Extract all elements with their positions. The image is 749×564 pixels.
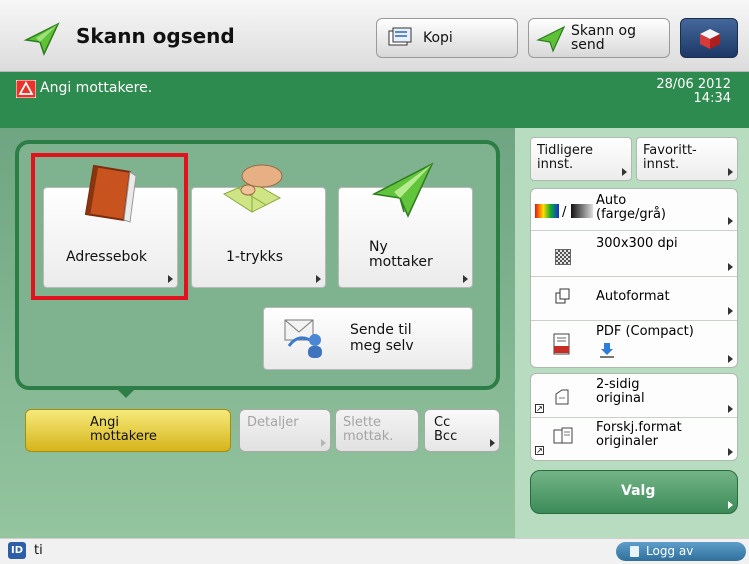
details-button[interactable]: Detaljer	[239, 409, 331, 452]
new-recipient-label-line1: Ny	[369, 239, 388, 255]
shortcut-corner-icon: ↗	[535, 446, 544, 455]
time-text: 14:34	[693, 91, 731, 106]
color-mode-button[interactable]: / Auto (farge/grå)	[531, 189, 737, 229]
warning-icon	[15, 79, 37, 99]
submenu-arrow-icon	[728, 405, 733, 413]
previous-settings-label-line1: Tidligere	[537, 143, 593, 158]
scan-send-label-line1: Skann og	[571, 23, 636, 39]
duplex-label-line1: 2-sidig	[596, 377, 640, 392]
copy-function-button[interactable]: Kopi	[376, 18, 518, 58]
resolution-icon	[555, 249, 571, 265]
logout-icon	[630, 546, 639, 557]
submenu-arrow-icon	[728, 263, 733, 271]
scan-size-button[interactable]: Autoformat	[531, 277, 737, 319]
submenu-arrow-icon	[622, 168, 627, 176]
send-to-myself-icon	[283, 316, 329, 360]
color-mode-label-line1: Auto	[596, 193, 627, 208]
send-to-myself-label-line1: Sende til	[350, 322, 412, 338]
submenu-arrow-icon	[728, 217, 733, 225]
cc-label: Cc	[434, 415, 451, 430]
color-mode-icon: /	[535, 203, 593, 222]
date-text: 28/06 2012	[656, 77, 731, 92]
scan-send-function-button[interactable]: Skann og send	[528, 18, 670, 58]
specify-recipients-label-line2: mottakere	[90, 429, 157, 444]
one-touch-icon	[222, 160, 286, 220]
duplex-original-button[interactable]: ↗ 2-sidig original	[531, 374, 737, 417]
date-time: 28/06 2012 14:34	[656, 78, 731, 106]
options-label: Valg	[621, 483, 656, 499]
app-title: Skann ogsend	[76, 24, 235, 48]
file-format-button[interactable]: PDF (Compact)	[531, 321, 737, 367]
file-format-label: PDF (Compact)	[596, 324, 694, 339]
scan-size-label: Autoformat	[596, 289, 670, 304]
status-message: Angi mottakere.	[40, 80, 153, 96]
submenu-arrow-icon	[728, 448, 733, 456]
scan-send-app-icon	[22, 18, 62, 58]
submenu-arrow-icon	[463, 275, 468, 283]
submenu-arrow-icon	[490, 439, 495, 447]
scan-size-icon	[555, 288, 571, 308]
favorite-settings-button[interactable]: Favoritt- innst.	[636, 137, 738, 181]
send-to-myself-label-line2: meg selv	[350, 338, 414, 354]
details-label: Detaljer	[247, 415, 299, 430]
specify-recipients-label-line1: Angi	[90, 415, 119, 430]
submenu-arrow-icon	[728, 501, 733, 509]
logged-in-user: ti	[34, 543, 43, 558]
copy-icon	[387, 26, 417, 50]
options-button[interactable]: Valg	[530, 470, 738, 514]
specify-recipients-button[interactable]: Angi mottakere	[25, 409, 231, 452]
delete-recipient-label-line1: Slette	[343, 415, 382, 430]
submenu-arrow-icon	[316, 275, 321, 283]
duplex-icon	[553, 388, 571, 410]
logout-label: Logg av	[646, 544, 694, 558]
submenu-arrow-icon	[321, 439, 326, 447]
paper-plane-icon	[370, 160, 436, 220]
delete-recipient-button[interactable]: Slette mottak.	[335, 409, 419, 452]
previous-settings-label-line2: innst.	[537, 157, 574, 172]
mixed-originals-label-line2: originaler	[596, 434, 658, 449]
delete-recipient-label-line2: mottak.	[343, 429, 394, 444]
mixed-size-originals-button[interactable]: ↗ Forskj.format originaler	[531, 418, 737, 460]
resolution-label: 300x300 dpi	[596, 236, 678, 251]
favorite-settings-label-line1: Favoritt-	[643, 143, 697, 158]
previous-settings-button[interactable]: Tidligere innst.	[530, 137, 632, 181]
scan-send-label-line2: send	[571, 37, 605, 53]
cube-icon	[698, 27, 722, 55]
panel-pointer	[114, 386, 138, 398]
new-recipient-label-line2: mottaker	[369, 254, 433, 270]
logout-button[interactable]: Logg av	[616, 542, 746, 561]
bcc-label: Bcc	[434, 429, 458, 444]
submenu-arrow-icon	[728, 355, 733, 363]
shortcut-corner-icon: ↗	[535, 404, 544, 413]
mixed-originals-icon	[553, 427, 573, 449]
address-book-highlight-box	[31, 153, 188, 300]
mixed-originals-label-line1: Forskj.format	[596, 420, 682, 435]
scan-send-small-icon	[535, 23, 567, 53]
submenu-arrow-icon	[728, 168, 733, 176]
favorite-settings-label-line2: innst.	[643, 157, 680, 172]
id-badge-icon: ID	[8, 542, 26, 559]
color-mode-label-line2: (farge/grå)	[596, 207, 666, 222]
one-touch-label: 1-trykks	[226, 249, 283, 265]
submenu-arrow-icon	[728, 307, 733, 315]
main-menu-button[interactable]	[680, 18, 738, 58]
copy-label: Kopi	[423, 30, 453, 46]
resolution-button[interactable]: 300x300 dpi	[531, 231, 737, 275]
svg-text:/: /	[562, 205, 567, 218]
pdf-file-icon	[553, 333, 571, 361]
cc-bcc-button[interactable]: Cc Bcc	[424, 409, 500, 452]
compact-download-icon	[599, 341, 615, 363]
duplex-label-line2: original	[596, 391, 645, 406]
